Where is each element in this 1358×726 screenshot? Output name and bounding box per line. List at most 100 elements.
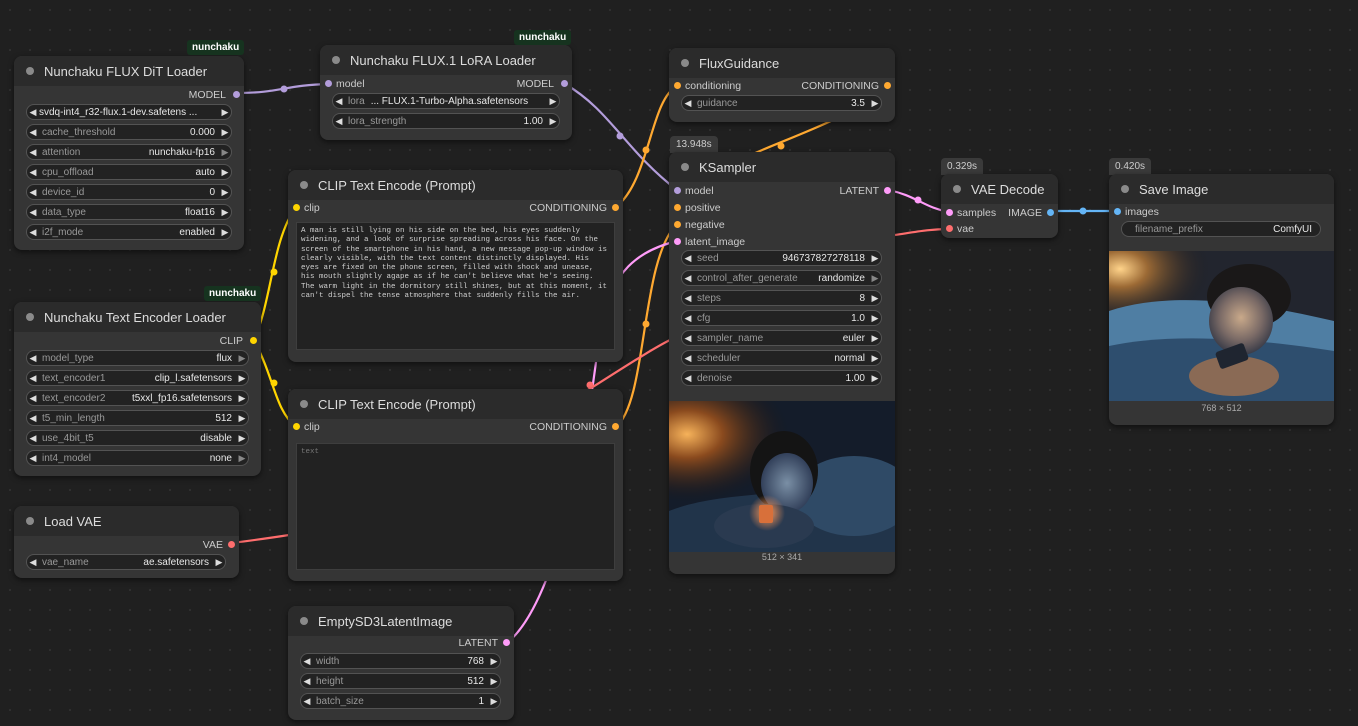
right-arrow-icon[interactable]: ▶ <box>488 656 500 667</box>
input-slot-latent-image[interactable] <box>674 238 681 245</box>
left-arrow-icon[interactable]: ◀ <box>27 373 39 384</box>
widget-i2f-mode[interactable]: ◀ i2f_mode enabled ▶ <box>26 224 232 240</box>
input-slot-negative[interactable] <box>674 221 681 228</box>
right-arrow-icon[interactable]: ▶ <box>547 96 559 107</box>
prompt-textarea[interactable]: text <box>296 443 615 570</box>
right-arrow-icon[interactable]: ▶ <box>869 293 881 304</box>
right-arrow-icon[interactable]: ▶ <box>869 373 881 384</box>
right-arrow-icon[interactable]: ▶ <box>869 98 881 109</box>
node-title-bar[interactable]: CLIP Text Encode (Prompt) <box>288 389 623 419</box>
collapse-dot-icon[interactable] <box>300 400 308 408</box>
right-arrow-icon[interactable]: ▶ <box>219 207 231 218</box>
node-title-bar[interactable]: Load VAE <box>14 506 239 536</box>
node-title-bar[interactable]: EmptySD3LatentImage <box>288 606 514 636</box>
input-slot-model[interactable] <box>325 80 332 87</box>
output-slot-model[interactable] <box>233 91 240 98</box>
node-lora-loader[interactable]: Nunchaku FLUX.1 LoRA Loader model MODEL … <box>320 45 572 140</box>
widget-lora-strength[interactable]: ◀ lora_strength 1.00 ▶ <box>332 113 560 129</box>
node-title-bar[interactable]: Nunchaku Text Encoder Loader <box>14 302 261 332</box>
left-arrow-icon[interactable]: ◀ <box>682 253 694 264</box>
widget-steps[interactable]: ◀ steps 8 ▶ <box>681 290 882 306</box>
left-arrow-icon[interactable]: ◀ <box>682 293 694 304</box>
widget-height[interactable]: ◀ height 512 ▶ <box>300 673 501 689</box>
left-arrow-icon[interactable]: ◀ <box>301 656 313 667</box>
collapse-dot-icon[interactable] <box>26 517 34 525</box>
widget-cpu-offload[interactable]: ◀ cpu_offload auto ▶ <box>26 164 232 180</box>
output-slot-clip[interactable] <box>250 337 257 344</box>
widget-vae-name[interactable]: ◀ vae_name ae.safetensors ▶ <box>26 554 226 570</box>
widget-t5-min-length[interactable]: ◀ t5_min_length 512 ▶ <box>26 410 249 426</box>
node-clip-text-encode-positive[interactable]: CLIP Text Encode (Prompt) clip CONDITION… <box>288 170 623 362</box>
input-slot-images[interactable] <box>1114 208 1121 215</box>
left-arrow-icon[interactable]: ◀ <box>682 98 694 109</box>
collapse-dot-icon[interactable] <box>26 313 34 321</box>
right-arrow-icon[interactable]: ▶ <box>869 253 881 264</box>
widget-model-path[interactable]: ◀ svdq-int4_r32-flux.1-dev.safetens ... … <box>26 104 232 120</box>
collapse-dot-icon[interactable] <box>681 163 689 171</box>
right-arrow-icon[interactable]: ▶ <box>547 116 559 127</box>
left-arrow-icon[interactable]: ◀ <box>333 96 345 107</box>
left-arrow-icon[interactable]: ◀ <box>27 167 39 178</box>
node-title-bar[interactable]: FluxGuidance <box>669 48 895 78</box>
widget-control-after-generate[interactable]: ◀ control_after_generate randomize ▶ <box>681 270 882 286</box>
node-empty-latent-image[interactable]: EmptySD3LatentImage LATENT ◀ width 768 ▶ ◀ h… <box>288 606 514 720</box>
widget-batch-size[interactable]: ◀ batch_size 1 ▶ <box>300 693 501 709</box>
left-arrow-icon[interactable]: ◀ <box>682 273 694 284</box>
widget-model-type[interactable]: ◀ model_type flux ▶ <box>26 350 249 366</box>
left-arrow-icon[interactable]: ◀ <box>27 107 39 118</box>
left-arrow-icon[interactable]: ◀ <box>27 413 39 424</box>
right-arrow-icon[interactable]: ▶ <box>869 353 881 364</box>
widget-width[interactable]: ◀ width 768 ▶ <box>300 653 501 669</box>
input-slot-samples[interactable] <box>946 209 953 216</box>
widget-seed[interactable]: ◀ seed 946737827278118 ▶ <box>681 250 882 266</box>
right-arrow-icon[interactable]: ▶ <box>236 453 248 464</box>
output-slot-conditioning[interactable] <box>884 82 891 89</box>
left-arrow-icon[interactable]: ◀ <box>27 207 39 218</box>
input-slot-vae[interactable] <box>946 225 953 232</box>
left-arrow-icon[interactable]: ◀ <box>682 353 694 364</box>
node-dit-loader[interactable]: Nunchaku FLUX DiT Loader MODEL ◀ svdq-in… <box>14 56 244 250</box>
widget-cache-threshold[interactable]: ◀ cache_threshold 0.000 ▶ <box>26 124 232 140</box>
left-arrow-icon[interactable]: ◀ <box>27 453 39 464</box>
output-slot-vae[interactable] <box>228 541 235 548</box>
widget-text-encoder2[interactable]: ◀ text_encoder2 t5xxl_fp16.safetensors ▶ <box>26 390 249 406</box>
left-arrow-icon[interactable]: ◀ <box>682 333 694 344</box>
right-arrow-icon[interactable]: ▶ <box>488 676 500 687</box>
node-title-bar[interactable]: KSampler <box>669 152 895 182</box>
left-arrow-icon[interactable]: ◀ <box>27 227 39 238</box>
left-arrow-icon[interactable]: ◀ <box>27 127 39 138</box>
right-arrow-icon[interactable]: ▶ <box>219 107 231 118</box>
widget-data-type[interactable]: ◀ data_type float16 ▶ <box>26 204 232 220</box>
input-slot-positive[interactable] <box>674 204 681 211</box>
output-slot-conditioning[interactable] <box>612 204 619 211</box>
node-title-bar[interactable]: VAE Decode <box>941 174 1058 204</box>
widget-int4-model[interactable]: ◀ int4_model none ▶ <box>26 450 249 466</box>
input-slot-model[interactable] <box>674 187 681 194</box>
collapse-dot-icon[interactable] <box>1121 185 1129 193</box>
node-load-vae[interactable]: Load VAE VAE ◀ vae_name ae.safetensors ▶ <box>14 506 239 578</box>
right-arrow-icon[interactable]: ▶ <box>219 127 231 138</box>
widget-attention[interactable]: ◀ attention nunchaku-fp16 ▶ <box>26 144 232 160</box>
widget-cfg[interactable]: ◀ cfg 1.0 ▶ <box>681 310 882 326</box>
right-arrow-icon[interactable]: ▶ <box>236 353 248 364</box>
node-text-encoder-loader[interactable]: Nunchaku Text Encoder Loader CLIP ◀ model… <box>14 302 261 476</box>
node-title-bar[interactable]: CLIP Text Encode (Prompt) <box>288 170 623 200</box>
node-vae-decode[interactable]: VAE Decode samples vae IMAGE <box>941 174 1058 238</box>
widget-denoise[interactable]: ◀ denoise 1.00 ▶ <box>681 370 882 386</box>
right-arrow-icon[interactable]: ▶ <box>236 413 248 424</box>
input-slot-conditioning[interactable] <box>674 82 681 89</box>
widget-device-id[interactable]: ◀ device_id 0 ▶ <box>26 184 232 200</box>
widget-sampler-name[interactable]: ◀ sampler_name euler ▶ <box>681 330 882 346</box>
right-arrow-icon[interactable]: ▶ <box>219 187 231 198</box>
right-arrow-icon[interactable]: ▶ <box>236 393 248 404</box>
node-title-bar[interactable]: Save Image <box>1109 174 1334 204</box>
collapse-dot-icon[interactable] <box>332 56 340 64</box>
left-arrow-icon[interactable]: ◀ <box>27 433 39 444</box>
widget-filename-prefix[interactable]: filename_prefix ComfyUI <box>1121 221 1321 237</box>
left-arrow-icon[interactable]: ◀ <box>27 353 39 364</box>
left-arrow-icon[interactable]: ◀ <box>333 116 345 127</box>
right-arrow-icon[interactable]: ▶ <box>219 227 231 238</box>
left-arrow-icon[interactable]: ◀ <box>27 557 39 568</box>
widget-use-4bit-t5[interactable]: ◀ use_4bit_t5 disable ▶ <box>26 430 249 446</box>
collapse-dot-icon[interactable] <box>953 185 961 193</box>
